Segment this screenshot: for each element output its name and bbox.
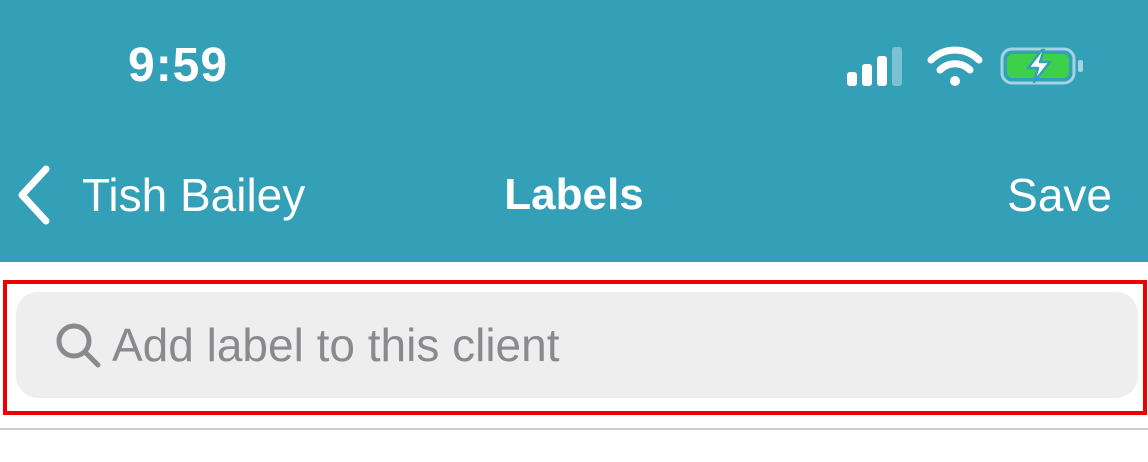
cellular-signal-icon (847, 47, 902, 86)
status-icons (845, 44, 1085, 88)
search-icon (56, 323, 101, 368)
search-bar[interactable] (16, 292, 1138, 398)
divider (0, 428, 1148, 430)
back-button-label: Tish Bailey (82, 169, 306, 221)
save-button[interactable]: Save (1007, 160, 1112, 230)
back-button[interactable]: Tish Bailey (16, 160, 305, 230)
status-time: 9:59 (128, 39, 229, 92)
battery-charging-icon (1000, 47, 1083, 85)
wifi-icon (927, 46, 983, 86)
app-header: 9:59 Tish Bailey Labels Save (0, 0, 1148, 262)
search-input[interactable] (112, 292, 1112, 398)
chevron-left-icon (18, 165, 50, 225)
